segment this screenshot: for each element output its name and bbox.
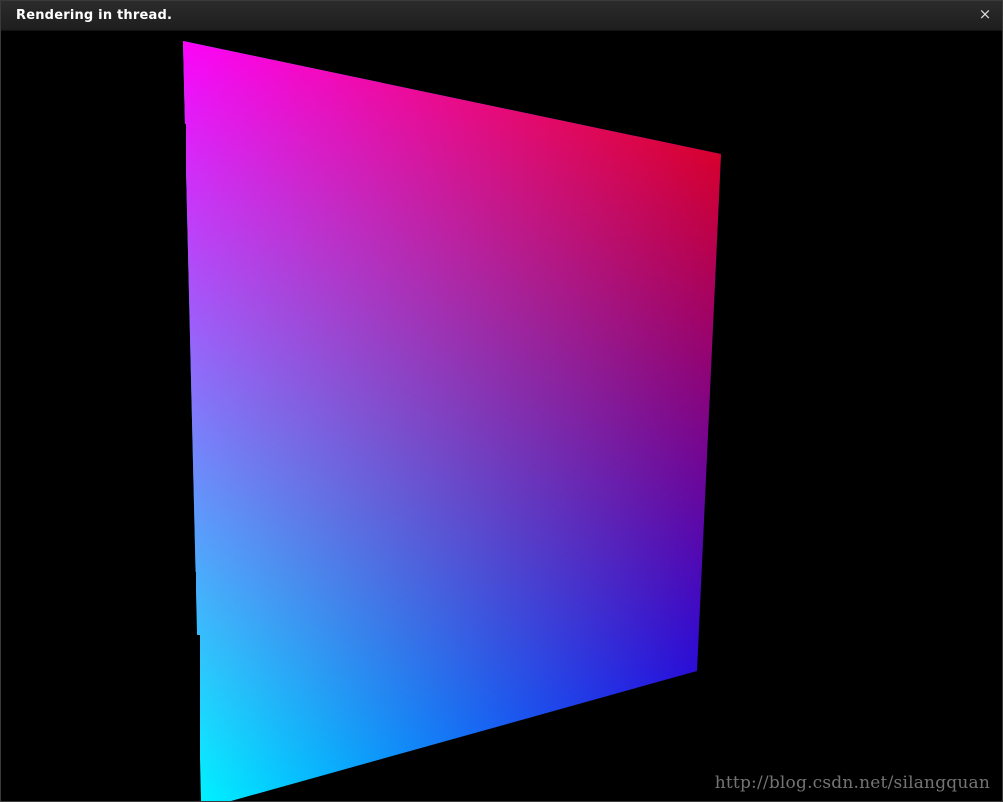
window-title: Rendering in thread. xyxy=(16,8,173,23)
watermark-text: http://blog.csdn.net/silangquan xyxy=(714,773,990,793)
render-canvas: http://blog.csdn.net/silangquan xyxy=(1,31,1002,801)
gradient-quad xyxy=(183,41,724,801)
title-bar[interactable]: Rendering in thread. × xyxy=(1,1,1002,31)
close-icon[interactable]: × xyxy=(976,5,994,23)
render-window: Rendering in thread. × http://blog.csdn.… xyxy=(0,0,1003,802)
